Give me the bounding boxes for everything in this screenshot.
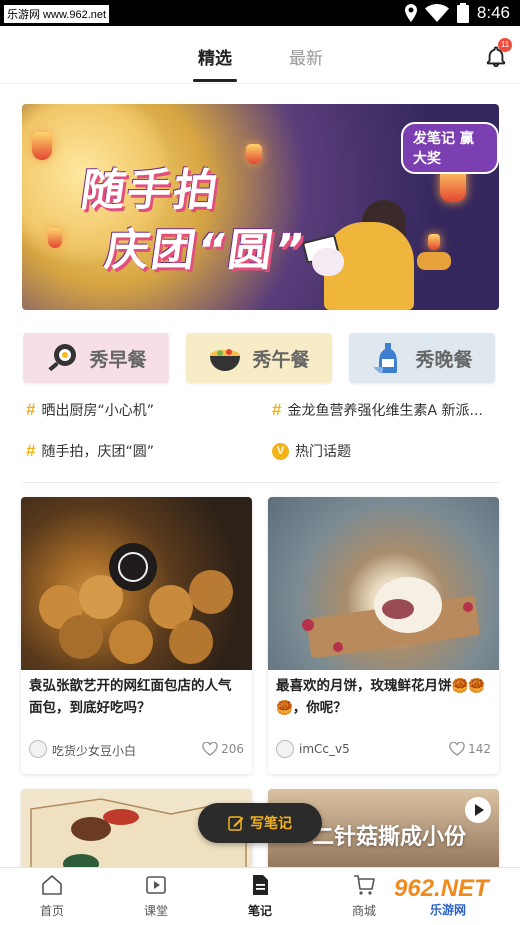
banner-badge: 发笔记 赢大奖 (401, 122, 499, 174)
cart-icon (354, 875, 375, 895)
feed-card-title: 最喜欢的月饼，玫瑰鲜花月饼🥮🥮🥮，你呢？ (276, 678, 486, 716)
nav-item-shop[interactable]: 商城 (334, 874, 394, 919)
like-count: 206 (221, 742, 244, 756)
bread-photo-detail (39, 543, 233, 664)
avatar[interactable] (276, 740, 294, 758)
status-icons: 8:46 (404, 3, 510, 23)
bread-photo (21, 497, 252, 670)
lantern-decoration (32, 132, 52, 160)
author-name[interactable]: 吃货少女豆小白 (52, 742, 136, 759)
avatar[interactable] (29, 740, 47, 758)
play-icon (146, 876, 166, 894)
watermark-caption: 乐游网 (430, 903, 467, 917)
location-icon (404, 4, 417, 22)
topic-label: 热门话题 (295, 444, 351, 460)
heart-icon (202, 742, 218, 756)
banner-title-line1: 随手拍 (77, 165, 223, 216)
hash-icon: # (26, 441, 36, 460)
video-play-button[interactable] (465, 797, 491, 823)
notification-badge: 11 (498, 38, 512, 52)
heart-icon (449, 742, 465, 756)
play-icon (475, 804, 484, 816)
watermark-logo-text: 962.NET (394, 875, 489, 902)
mooncake-photo (268, 497, 499, 670)
frying-pan-icon (48, 344, 77, 372)
write-note-label: 写笔记 (250, 816, 292, 832)
feed-card[interactable]: 袁弘张歆艺开的网红面包店的人气面包，到底好吃吗？ 吃货少女豆小白 206 (21, 497, 252, 774)
write-note-button[interactable]: 写笔记 (198, 803, 322, 843)
topic-label: 随手拍，庆团“圆” (41, 444, 154, 460)
topic-link[interactable]: # 晒出厨房“小心机” (26, 400, 154, 420)
topic-label: 金龙鱼营养强化维生素A 新派... (287, 403, 483, 419)
lantern-decoration (428, 234, 440, 250)
topic-label: 晒出厨房“小心机” (41, 403, 154, 419)
top-tab-bar: 精选 最新 (0, 26, 520, 84)
category-dinner[interactable]: 秀晚餐 (349, 333, 495, 383)
topic-link[interactable]: # 随手拍，庆团“圆” (26, 441, 154, 461)
sake-bottle-icon (373, 343, 398, 373)
banner-title-line2: 庆团“圆” (101, 225, 309, 276)
promo-banner[interactable]: 发笔记 赢大奖 随手拍 庆团“圆” (22, 104, 499, 310)
clock: 8:46 (476, 3, 510, 22)
home-icon (42, 875, 62, 895)
nav-item-class[interactable]: 课堂 (126, 874, 186, 919)
nav-item-notes[interactable]: 笔记 (230, 874, 290, 919)
video-caption: 二针菇撕成小份 (312, 825, 467, 850)
author-name[interactable]: imCc_v5 (299, 742, 350, 756)
mooncake-illustration (417, 252, 451, 270)
v-badge-icon: V (272, 442, 289, 460)
corner-watermark: 962.NET 乐游网 (390, 873, 516, 921)
nav-label: 课堂 (143, 904, 168, 918)
nav-label: 笔记 (247, 904, 272, 918)
bowl-icon (210, 349, 241, 371)
nav-label: 商城 (351, 904, 376, 918)
category-label: 秀午餐 (252, 348, 310, 371)
hash-icon: # (26, 400, 36, 419)
rabbit-illustration (312, 248, 344, 276)
like-count: 142 (468, 742, 491, 756)
app-screen: 乐游网 www.962.net 8:46 精选 最新 11 发笔记 赢大奖 随手… (0, 0, 520, 925)
hot-topics-link[interactable]: V 热门话题 (272, 441, 351, 461)
nav-label: 首页 (39, 904, 64, 918)
category-label: 秀晚餐 (415, 348, 473, 371)
category-lunch[interactable]: 秀午餐 (186, 333, 332, 383)
lantern-decoration (48, 228, 62, 248)
edit-icon (228, 816, 244, 831)
mooncake-photo-detail (302, 577, 480, 659)
feed-card[interactable]: 最喜欢的月饼，玫瑰鲜花月饼🥮🥮🥮，你呢？ imCc_v5 142 (268, 497, 499, 774)
category-label: 秀早餐 (89, 348, 147, 371)
tab-featured[interactable]: 精选 (198, 44, 232, 69)
topic-link[interactable]: # 金龙鱼营养强化维生素A 新派... (272, 400, 483, 420)
lantern-decoration (246, 144, 262, 164)
feed-card-meta: imCc_v5 142 (276, 740, 491, 760)
section-divider (22, 482, 499, 483)
active-tab-indicator (193, 79, 237, 82)
feed-card-title: 袁弘张歆艺开的网红面包店的人气面包，到底好吃吗？ (29, 678, 232, 716)
status-bar: 乐游网 www.962.net 8:46 (0, 0, 520, 26)
note-icon (253, 875, 268, 895)
like-button[interactable]: 206 (202, 742, 244, 756)
hash-icon: # (272, 400, 282, 419)
category-breakfast[interactable]: 秀早餐 (23, 333, 169, 383)
battery-icon (456, 3, 469, 23)
site-watermark: 乐游网 www.962.net (4, 5, 110, 23)
nav-item-home[interactable]: 首页 (22, 874, 82, 919)
tab-latest[interactable]: 最新 (289, 44, 323, 69)
like-button[interactable]: 142 (449, 742, 491, 756)
feed-card-meta: 吃货少女豆小白 206 (29, 740, 244, 760)
wifi-icon (424, 4, 449, 22)
